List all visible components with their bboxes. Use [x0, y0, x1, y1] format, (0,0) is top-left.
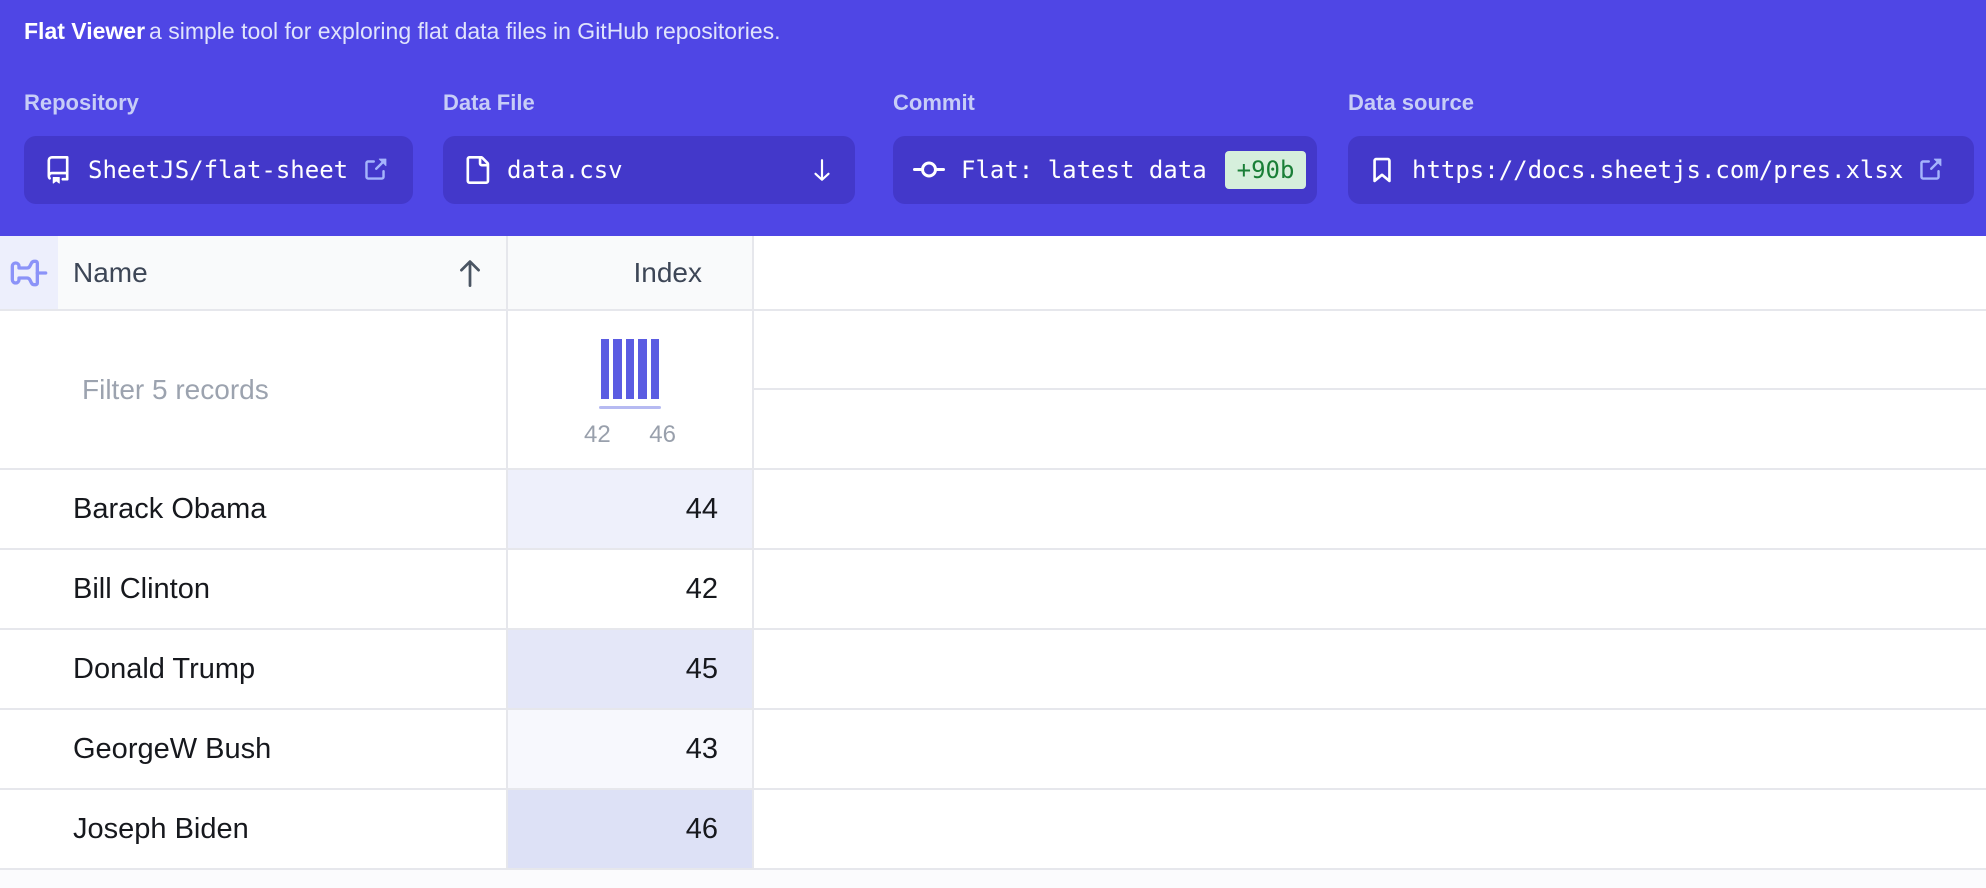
column-header-index[interactable]: Index	[508, 236, 754, 309]
cell-index: 42	[508, 550, 754, 628]
commit-message: Flat: latest data	[961, 156, 1207, 184]
pin-column-button[interactable]	[0, 236, 58, 309]
cell-filler	[754, 710, 1986, 788]
header-controls: Repository SheetJS/flat-sheet Data File …	[24, 92, 1974, 204]
table-row: Bill Clinton 42	[0, 550, 1986, 630]
data-file-control: Data File data.csv	[443, 92, 855, 204]
cell-index: 46	[508, 790, 754, 868]
cell-filler	[754, 550, 1986, 628]
repository-button[interactable]: SheetJS/flat-sheet	[24, 136, 413, 204]
repo-book-icon	[44, 156, 72, 184]
table-row: Donald Trump 45	[0, 630, 1986, 710]
filter-row: 42 46	[0, 311, 1986, 470]
table-header-row: Name Index	[0, 236, 1986, 311]
app-header: Flat Viewera simple tool for exploring f…	[0, 0, 1986, 236]
header-filler	[754, 236, 1986, 309]
filter-input[interactable]	[58, 311, 506, 468]
commit-control: Commit Flat: latest data +90b	[893, 92, 1317, 204]
data-file-label: Data File	[443, 92, 855, 114]
empty-grid-row	[754, 390, 1986, 468]
empty-grid-row	[754, 311, 1986, 390]
histogram-bars	[601, 339, 659, 399]
histogram-min-label: 42	[584, 421, 611, 449]
app-title-row: Flat Viewera simple tool for exploring f…	[24, 16, 1974, 46]
data-source-url: https://docs.sheetjs.com/pres.xlsx	[1412, 156, 1903, 184]
app-subtitle: a simple tool for exploring flat data fi…	[149, 18, 781, 44]
table-row: Barack Obama 44	[0, 470, 1986, 550]
cell-filler	[754, 470, 1986, 548]
pin-icon	[1, 244, 58, 301]
cell-filler	[754, 630, 1986, 708]
data-file-select[interactable]: data.csv	[443, 136, 855, 204]
repository-control: Repository SheetJS/flat-sheet	[24, 92, 413, 204]
sort-ascending-icon	[456, 257, 484, 289]
external-link-icon	[362, 157, 388, 183]
commit-diff-badge: +90b	[1225, 151, 1307, 189]
column-header-name[interactable]: Name	[58, 236, 508, 309]
filter-row-filler	[754, 311, 1986, 468]
filter-spacer	[0, 311, 58, 468]
repository-name: SheetJS/flat-sheet	[88, 156, 348, 184]
column-name-label: Name	[73, 257, 148, 289]
histogram-bar	[651, 339, 659, 399]
histogram-bar	[613, 339, 621, 399]
name-filter-cell	[58, 311, 508, 468]
cell-name: GeorgeW Bush	[0, 710, 508, 788]
cell-index: 43	[508, 710, 754, 788]
cell-filler	[754, 790, 1986, 868]
file-icon	[463, 156, 491, 184]
app-title: Flat Viewer	[24, 18, 145, 44]
cell-name: Joseph Biden	[0, 790, 508, 868]
git-commit-icon	[913, 154, 945, 186]
cell-name: Barack Obama	[0, 470, 508, 548]
table-row: Joseph Biden 46	[0, 790, 1986, 870]
cell-index: 45	[508, 630, 754, 708]
cell-name: Bill Clinton	[0, 550, 508, 628]
repository-label: Repository	[24, 92, 413, 114]
table-row: GeorgeW Bush 43	[0, 710, 1986, 790]
data-file-name: data.csv	[507, 156, 623, 184]
histogram-brush-line	[599, 406, 661, 409]
histogram-labels: 42 46	[584, 421, 676, 449]
histogram-bar	[601, 339, 609, 399]
external-link-icon	[1917, 157, 1943, 183]
bottom-strip	[0, 870, 1986, 888]
histogram-bar	[638, 339, 646, 399]
download-arrow-icon	[809, 155, 835, 185]
index-histogram-filter[interactable]: 42 46	[508, 311, 754, 468]
cell-name: Donald Trump	[0, 630, 508, 708]
histogram-bar	[626, 339, 634, 399]
bookmark-icon	[1368, 156, 1396, 184]
data-source-control: Data source https://docs.sheetjs.com/pre…	[1348, 92, 1974, 204]
commit-label: Commit	[893, 92, 1317, 114]
data-source-label: Data source	[1348, 92, 1974, 114]
commit-button[interactable]: Flat: latest data +90b	[893, 136, 1317, 204]
cell-index: 44	[508, 470, 754, 548]
histogram-max-label: 46	[649, 421, 676, 449]
data-source-button[interactable]: https://docs.sheetjs.com/pres.xlsx	[1348, 136, 1974, 204]
column-index-label: Index	[634, 257, 703, 289]
